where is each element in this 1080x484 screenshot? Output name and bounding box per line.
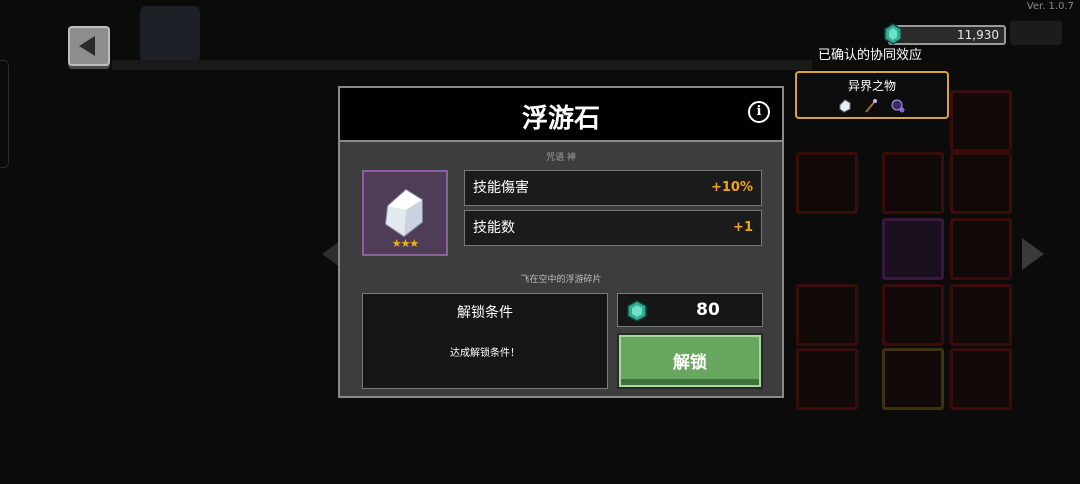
- gem-counter: 11,930: [884, 23, 1006, 45]
- unlock-cost: 80: [617, 293, 763, 327]
- grid-slot[interactable]: [950, 284, 1012, 346]
- grid-slot[interactable]: [882, 348, 944, 410]
- condition-title: 解锁条件: [457, 305, 513, 321]
- grid-slot[interactable]: [950, 218, 1012, 280]
- unlock-button[interactable]: 解锁: [617, 333, 763, 389]
- synergy-name: 异界之物: [847, 79, 896, 93]
- unlock-button-label: 解锁: [673, 353, 707, 373]
- item-description: 飞在空中的浮游碎片: [520, 275, 602, 285]
- stat-value: +10%: [710, 180, 753, 195]
- side-drawer-handle[interactable]: [0, 60, 9, 168]
- cost-amount: 80: [696, 300, 720, 320]
- back-button[interactable]: [68, 26, 110, 66]
- version-label: Ver. 1.0.7: [1026, 1, 1074, 12]
- grid-slot[interactable]: [882, 152, 944, 214]
- item-tags: 咒语 神: [546, 153, 576, 163]
- staff-icon: [865, 98, 877, 113]
- orb-icon: [891, 99, 905, 112]
- next-page-arrow[interactable]: [1022, 238, 1044, 270]
- stat-label: 技能傷害: [473, 180, 529, 196]
- gem-count: 11,930: [957, 28, 999, 42]
- modal-header: 浮游石 i: [340, 88, 782, 142]
- stat-row: 技能傷害 +10%: [464, 170, 762, 206]
- confirmed-synergy-label: 已确认的协同效应: [818, 48, 923, 63]
- add-gems-button[interactable]: [1010, 21, 1062, 45]
- gem-icon: [627, 300, 647, 326]
- crystal-icon: [839, 98, 851, 113]
- header-divider: [112, 60, 812, 70]
- rarity-stars: ★★★: [391, 237, 420, 250]
- info-icon[interactable]: i: [748, 101, 770, 123]
- unlock-condition-panel: 解锁条件 达成解锁条件！: [362, 293, 608, 389]
- synergy-card[interactable]: 异界之物: [795, 71, 949, 119]
- stat-row: 技能数 +1: [464, 210, 762, 246]
- item-title: 浮游石: [521, 104, 600, 134]
- grid-slot[interactable]: [950, 152, 1012, 214]
- item-detail-modal: 浮游石 i 咒语 神 ★★★ 技能傷害 +10% 技能数 +1 飞在空中的浮游碎…: [338, 86, 784, 398]
- condition-text: 达成解锁条件！: [450, 348, 520, 359]
- grid-slot[interactable]: [882, 218, 944, 280]
- grid-slot[interactable]: [796, 284, 858, 346]
- stat-label: 技能数: [473, 220, 515, 236]
- grid-slot[interactable]: [950, 348, 1012, 410]
- character-portrait: [140, 6, 200, 62]
- grid-slot[interactable]: [950, 90, 1012, 152]
- item-portrait: ★★★: [362, 170, 448, 256]
- grid-slot[interactable]: [796, 348, 858, 410]
- grid-slot[interactable]: [796, 152, 858, 214]
- stat-value: +1: [733, 220, 753, 235]
- grid-slot[interactable]: [882, 284, 944, 346]
